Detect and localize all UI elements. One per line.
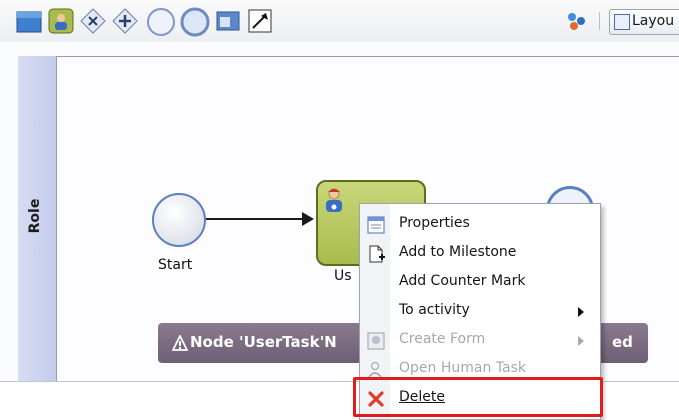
end-event-tool-icon[interactable]	[180, 7, 210, 41]
warning-icon	[171, 333, 189, 355]
menu-item-label: Open Human Task	[399, 360, 526, 376]
warning-text-tail: ed	[612, 333, 633, 351]
layout-icon	[614, 14, 630, 30]
user-task-icon	[322, 186, 346, 218]
menu-item-properties[interactable]: Properties	[360, 210, 600, 239]
palette-icon[interactable]	[564, 10, 590, 36]
layout-label: Layou	[632, 13, 675, 29]
user-task-label: Us	[334, 268, 352, 284]
exclusive-gateway-tool-icon[interactable]	[80, 8, 106, 38]
menu-item-add-to-milestone[interactable]: Add to Milestone	[360, 239, 600, 268]
form-icon	[366, 331, 386, 351]
sequence-flow[interactable]	[206, 218, 306, 220]
submenu-arrow-icon	[578, 336, 584, 346]
toolbar-separator	[599, 12, 600, 30]
start-event-tool-icon[interactable]	[146, 7, 176, 41]
menu-item-label: Properties	[399, 215, 470, 231]
annotation-tool-icon[interactable]	[216, 9, 242, 37]
connector-tool-icon[interactable]	[248, 9, 272, 37]
parallel-gateway-tool-icon[interactable]	[112, 8, 138, 38]
swimlane-header[interactable]: Role	[18, 56, 57, 381]
user-task-tool-icon[interactable]	[48, 8, 74, 38]
warning-text: Node 'UserTask'N	[190, 333, 337, 351]
lane-tool-icon[interactable]	[16, 10, 42, 38]
sequence-flow-arrowhead	[302, 212, 314, 226]
menu-item-to-activity[interactable]: To activity	[360, 297, 600, 326]
menu-item-create-form: Create Form	[360, 326, 600, 355]
menu-item-label: Add to Milestone	[399, 244, 517, 260]
submenu-arrow-icon	[578, 307, 584, 317]
swimlane-label: Role	[27, 198, 43, 234]
toolbar: Layou	[0, 0, 679, 43]
layout-button[interactable]: Layou	[609, 9, 679, 35]
menu-item-label: To activity	[399, 302, 470, 318]
milestone-icon	[366, 244, 386, 264]
start-event-label: Start	[158, 257, 193, 273]
menu-item-label: Create Form	[399, 331, 486, 347]
menu-item-add-counter-mark[interactable]: Add Counter Mark	[360, 268, 600, 297]
menu-item-label: Add Counter Mark	[399, 273, 526, 289]
start-event[interactable]	[152, 193, 206, 247]
properties-icon	[366, 215, 386, 235]
delete-highlight-box	[353, 377, 603, 417]
